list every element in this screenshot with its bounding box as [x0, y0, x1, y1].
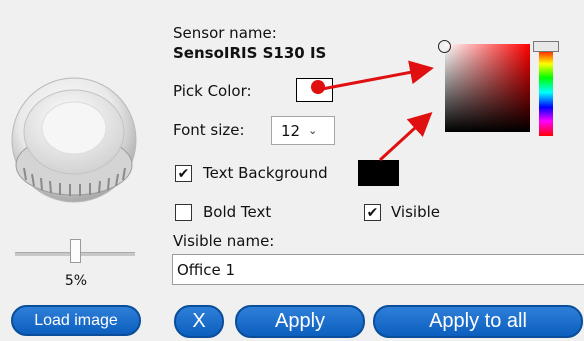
visible-checkbox[interactable]: ✔ — [364, 204, 381, 221]
annotation-arrow — [321, 60, 434, 91]
font-size-value: 12 — [281, 121, 301, 140]
visible-name-label: Visible name: — [173, 232, 275, 250]
load-image-button[interactable]: Load image — [11, 305, 141, 336]
text-background-label: Text Background — [203, 164, 328, 182]
apply-button[interactable]: Apply — [235, 305, 365, 338]
color-picker-square[interactable] — [445, 44, 530, 132]
text-background-checkbox[interactable]: ✔ — [175, 165, 192, 182]
visible-name-value: Office 1 — [177, 260, 236, 279]
hue-slider-handle[interactable] — [533, 41, 559, 52]
sensor-name-label: Sensor name: — [173, 24, 277, 42]
checkmark-icon: ✔ — [366, 204, 379, 221]
checkmark-icon: ✔ — [177, 165, 190, 182]
zoom-value: 5% — [64, 273, 88, 289]
zoom-slider-thumb[interactable] — [69, 239, 81, 263]
bold-text-checkbox[interactable] — [175, 204, 192, 221]
annotation-arrow — [378, 111, 433, 162]
font-size-select[interactable]: 12 ⌄ — [271, 116, 335, 145]
sensor-name-value: SensoIRIS S130 IS — [173, 44, 327, 62]
hue-slider[interactable] — [539, 49, 553, 136]
text-background-color-swatch[interactable] — [358, 160, 399, 186]
close-button[interactable]: X — [174, 305, 224, 338]
pick-color-label: Pick Color: — [173, 82, 252, 100]
apply-to-all-button[interactable]: Apply to all — [373, 305, 583, 338]
chevron-down-icon: ⌄ — [308, 124, 318, 137]
pick-color-marker — [311, 80, 325, 94]
color-picker-cursor[interactable] — [438, 40, 451, 53]
bold-text-label: Bold Text — [203, 203, 272, 221]
smoke-detector-icon — [4, 70, 144, 205]
visible-name-input[interactable]: Office 1 — [172, 254, 584, 285]
font-size-label: Font size: — [173, 121, 245, 139]
visible-label: Visible — [391, 203, 440, 221]
